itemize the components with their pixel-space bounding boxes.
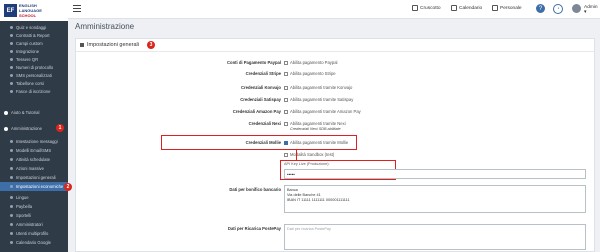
bullet-icon <box>10 196 13 199</box>
paypal-checkbox[interactable]: Abilita pagamento Paypal <box>284 60 338 65</box>
checkbox-icon[interactable] <box>284 97 288 102</box>
panel-icon <box>80 43 84 47</box>
bullet-icon <box>10 82 13 85</box>
satispay-label: Credenziali Satispay <box>240 97 281 102</box>
annotation-badge-1: 1 <box>56 124 64 132</box>
dashboard-icon <box>412 5 418 11</box>
bullet-icon <box>10 140 13 143</box>
stripe-checkbox[interactable]: Abilita pagamento Stripe <box>284 71 336 76</box>
help-icon <box>4 110 8 115</box>
admin-menu[interactable]: Admin ▾ <box>584 5 600 15</box>
konvajo-label: Credenziali Konvajo <box>240 85 281 90</box>
sidebar-item-calendario-google[interactable]: Calendario Google <box>0 238 68 247</box>
sidebar-item-intestazione[interactable]: Intestazione messaggi <box>0 137 68 146</box>
staff-icon <box>492 5 498 11</box>
sidebar-item-fasce[interactable]: Fasce di iscrizione <box>0 87 68 96</box>
sidebar-item-lingue[interactable]: Lingue <box>0 193 68 202</box>
sidebar-item-impostazioni-generali[interactable]: Impostazioni generali <box>0 173 68 182</box>
checkbox-icon[interactable] <box>284 152 288 157</box>
bullet-icon <box>10 66 13 69</box>
personale-link[interactable]: Personale <box>492 5 522 11</box>
postepay-label: Dati per Ricarica PostePay <box>227 226 281 231</box>
bullet-icon <box>10 185 13 188</box>
nexi-checkbox[interactable]: Abilita pagamenti tramite Nexi <box>284 121 346 126</box>
notification-icon[interactable]: ◔ <box>553 4 563 14</box>
bullet-icon <box>10 26 13 29</box>
sidebar-item-amministratori[interactable]: Amministratori <box>0 220 68 229</box>
sidebar-item-impostazioni-economiche[interactable]: Impostazioni economiche <box>0 182 68 191</box>
checkbox-icon[interactable] <box>284 121 288 126</box>
help-icon[interactable]: ? <box>536 4 545 13</box>
bank-transfer-textarea[interactable]: Banca Via delle Banche 41 IBAN IT 11111 … <box>284 185 586 213</box>
amazonpay-checkbox[interactable]: Abilita pagamenti tramite Amazon Pay <box>284 109 361 114</box>
postepay-textarea[interactable]: Dati per ricarica PostePay <box>284 224 586 250</box>
bullet-icon <box>10 223 13 226</box>
calendario-link[interactable]: Calendario <box>451 5 482 11</box>
avatar[interactable] <box>572 4 581 13</box>
konvajo-checkbox[interactable]: Abilita pagamenti tramite Konvajo <box>284 85 352 90</box>
gear-icon <box>4 126 8 131</box>
bullet-icon <box>10 232 13 235</box>
topbar: Cruscotto Calendario Personale ? ◔ Admin… <box>68 0 600 19</box>
checkbox-icon[interactable] <box>284 85 288 90</box>
checkbox-icon[interactable] <box>284 60 288 65</box>
checkbox-icon[interactable] <box>284 109 288 114</box>
sidebar-item-sportelli[interactable]: Sportelli <box>0 211 68 220</box>
stripe-label: Credenziali Stripe <box>245 71 281 76</box>
logo-line-3: SCHOOL <box>19 13 37 18</box>
api-key-input[interactable]: ••••• <box>284 169 586 179</box>
sidebar-item-attivita[interactable]: Attività schedulate <box>0 155 68 164</box>
bullet-icon <box>10 74 13 77</box>
nexi-note: Credenziali Nexi SDB abilitate <box>290 127 341 131</box>
menu-icon[interactable] <box>73 5 81 13</box>
page-title: Amministrazione <box>75 22 135 31</box>
bank-transfer-label: Dati per bonifico bancario <box>229 187 281 192</box>
sandbox-checkbox[interactable]: Modalità Sandbox (test) <box>284 152 334 157</box>
logo-mark: EF <box>4 4 17 17</box>
checkbox-icon[interactable] <box>284 71 288 76</box>
bullet-icon <box>10 90 13 93</box>
bullet-icon <box>10 158 13 161</box>
bullet-icon <box>10 167 13 170</box>
sidebar-item-aiuto[interactable]: Aiuto & Tutorial <box>0 108 68 117</box>
sidebar-item-paybella[interactable]: Paybella <box>0 202 68 211</box>
mollie-label: Credenziali Mollie <box>245 140 281 145</box>
sidebar-item-utenti-multiprofilo[interactable]: Utenti multiprofilo <box>0 229 68 238</box>
bullet-icon <box>10 176 13 179</box>
api-key-label: API Key Live (Produzione): <box>284 162 330 166</box>
sidebar-item-modelli[interactable]: Modelli Email/SMS <box>0 146 68 155</box>
annotation-badge-3: 3 <box>147 41 155 49</box>
amazonpay-label: Credenziali Amazon Pay <box>232 109 281 114</box>
school-logo[interactable]: EF ENGLISH LANGUAGE SCHOOL <box>0 0 68 21</box>
bullet-icon <box>10 34 13 37</box>
settings-panel: Impostazioni generali 3 Conti di Pagamen… <box>75 38 595 252</box>
cruscotto-link[interactable]: Cruscotto <box>412 5 441 11</box>
paypal-label: Conti di Pagamento Paypal <box>227 60 281 65</box>
bullet-icon <box>10 241 13 244</box>
mollie-checkbox[interactable]: Abilita pagamenti tramite Mollie <box>284 140 348 145</box>
bullet-icon <box>10 214 13 217</box>
sidebar-item-azioni[interactable]: Azioni massive <box>0 164 68 173</box>
nexi-label: Credenziali Nexi <box>248 121 281 126</box>
bullet-icon <box>10 149 13 152</box>
bullet-icon <box>10 42 13 45</box>
bullet-icon <box>10 50 13 53</box>
checkbox-checked-icon[interactable] <box>284 140 288 145</box>
calendar-icon <box>451 5 457 11</box>
satispay-checkbox[interactable]: Abilita pagamenti tramite Satispay <box>284 97 353 102</box>
bullet-icon <box>10 58 13 61</box>
bullet-icon <box>10 205 13 208</box>
annotation-badge-2: 2 <box>64 183 72 191</box>
